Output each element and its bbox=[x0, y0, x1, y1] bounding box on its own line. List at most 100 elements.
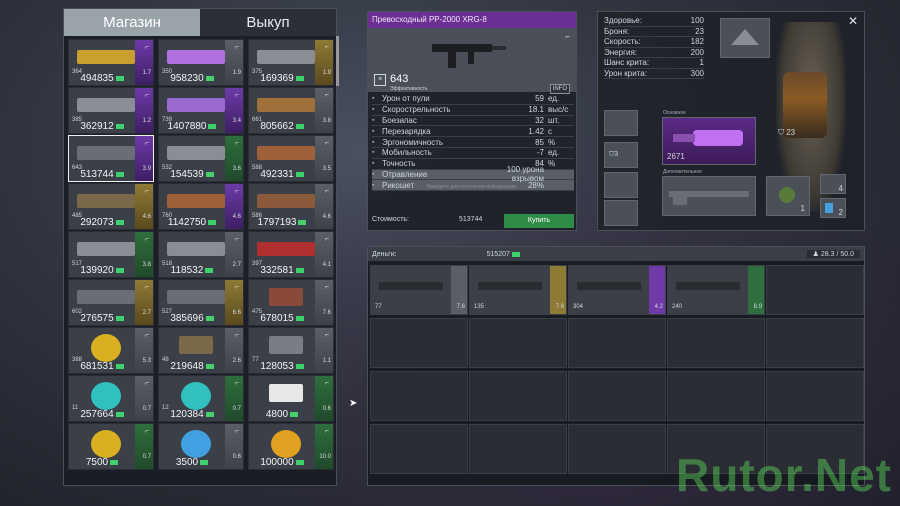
inventory-slot[interactable] bbox=[667, 371, 765, 421]
item-rating: 1.2 bbox=[142, 118, 151, 124]
item-rating: 0.7 bbox=[232, 406, 241, 412]
shop-item[interactable]: ⌐ 485 4.6 292073 bbox=[68, 183, 154, 230]
shop-item[interactable]: ⌐ 643 3.9 513744 bbox=[68, 135, 154, 182]
weapon-icon bbox=[77, 146, 135, 160]
inventory-slot[interactable] bbox=[469, 318, 567, 368]
shop-item[interactable]: ⌐ 0.6 4800 bbox=[248, 375, 334, 422]
shop-item[interactable]: ⌐ 475 7.6 678015 bbox=[248, 279, 334, 326]
info-button[interactable]: INFO bbox=[549, 84, 570, 94]
shop-item[interactable]: ⌐ 364 1.7 494835 bbox=[68, 39, 154, 86]
weapon-icon bbox=[167, 146, 225, 160]
shop-item[interactable]: ⌐ 661 3.8 805662 bbox=[248, 87, 334, 134]
inventory-slot[interactable] bbox=[568, 424, 666, 474]
inventory-slot[interactable] bbox=[469, 371, 567, 421]
inventory-slot[interactable] bbox=[766, 371, 864, 421]
character-emblem-slot[interactable] bbox=[720, 18, 770, 58]
character-stat-row: Здоровье: 100 bbox=[604, 16, 704, 27]
shop-item[interactable]: ⌐ 588 3.5 492331 bbox=[248, 135, 334, 182]
consumable-slot-1[interactable]: 4 bbox=[820, 174, 846, 194]
shop-item[interactable]: ⌐ 385 1.2 362912 bbox=[68, 87, 154, 134]
item-level: 135 bbox=[474, 304, 485, 310]
item-price-value: 7500 bbox=[85, 457, 109, 468]
money-icon bbox=[295, 123, 304, 129]
inventory-slot[interactable]: 240 8.9 bbox=[667, 265, 765, 315]
shop-item[interactable]: ⌐ 760 4.6 1142750 bbox=[158, 183, 244, 230]
inventory-slot[interactable] bbox=[370, 318, 468, 368]
inventory-slot[interactable]: 135 7.6 bbox=[469, 265, 567, 315]
inventory-slot[interactable] bbox=[766, 265, 864, 315]
stat-icon: ▪ bbox=[372, 127, 375, 135]
shop-item[interactable]: ⌐ 0.6 3500 bbox=[158, 423, 244, 470]
money-icon bbox=[115, 411, 124, 417]
shop-item[interactable]: ⌐ 602 2.7 276575 bbox=[68, 279, 154, 326]
shop-item[interactable]: ⌐ 0.7 7500 bbox=[68, 423, 154, 470]
consumable-slot-2[interactable]: 2 bbox=[820, 198, 846, 218]
quick-slot-4[interactable] bbox=[604, 200, 638, 226]
item-detail-panel: Превосходный PP-2000 XRG-8 ⌐ ≡ 643 Эффек… bbox=[367, 11, 577, 231]
weapon-icon bbox=[167, 98, 225, 112]
stat-icon: ▪ bbox=[372, 106, 375, 114]
shop-item[interactable]: ⌐ 375 1.9 169369 bbox=[248, 39, 334, 86]
quick-slot-3[interactable] bbox=[604, 172, 638, 198]
shop-scrollbar[interactable] bbox=[336, 36, 339, 86]
weight-indicator: ♟ 28.3 / 50.0 bbox=[806, 250, 860, 258]
stat-unit: % bbox=[548, 159, 556, 169]
item-price-value: 385696 bbox=[170, 313, 204, 324]
inventory-slot[interactable]: 77 7.6 bbox=[370, 265, 468, 315]
inventory-slot[interactable] bbox=[568, 318, 666, 368]
secondary-weapon-slot[interactable] bbox=[662, 176, 756, 216]
stat-name: Перезарядка bbox=[382, 126, 431, 136]
inventory-slot[interactable]: 304 4.2 bbox=[568, 265, 666, 315]
shop-item[interactable]: ⌐ 11 0.7 257664 bbox=[68, 375, 154, 422]
primary-weapon-slot[interactable]: 2671 bbox=[662, 117, 756, 165]
item-rating: 3.9 bbox=[142, 166, 151, 172]
inventory-slot[interactable] bbox=[766, 318, 864, 368]
shop-item[interactable]: ⌐ 350 1.9 958230 bbox=[158, 39, 244, 86]
money-icon bbox=[110, 459, 119, 465]
character-stats: Здоровье: 100 Броня: 23 Скорость: 182 Энергия:… bbox=[604, 16, 704, 79]
character-stat-name: Энергия: bbox=[604, 47, 638, 57]
shop-item[interactable]: ⌐ 388 5.3 681531 bbox=[68, 327, 154, 374]
money-icon bbox=[115, 123, 124, 129]
smg-icon bbox=[432, 44, 506, 68]
shop-item[interactable]: ⌐ 12 0.7 120384 bbox=[158, 375, 244, 422]
shop-item[interactable]: ⌐ 527 6.6 385696 bbox=[158, 279, 244, 326]
tab-shop[interactable]: Магазин bbox=[64, 9, 200, 36]
shop-item[interactable]: ⌐ 397 4.1 332581 bbox=[248, 231, 334, 278]
shop-item[interactable]: ⌐ 517 3.8 139920 bbox=[68, 231, 154, 278]
item-price-value: 128053 bbox=[260, 361, 294, 372]
item-price: 7500 bbox=[69, 457, 135, 468]
grenade-slot[interactable]: 1 bbox=[766, 176, 810, 216]
item-icon bbox=[269, 336, 303, 354]
weapon-type-icon: ⌐ bbox=[324, 380, 329, 387]
buy-button[interactable]: Купить bbox=[504, 214, 574, 228]
efficiency-label: Эффективность bbox=[390, 86, 428, 92]
tab-buyback[interactable]: Выкуп bbox=[200, 9, 336, 36]
money-value: 515207 bbox=[486, 250, 510, 258]
money-icon bbox=[115, 75, 124, 81]
shop-item[interactable]: ⌐ 586 4.6 1797193 bbox=[248, 183, 334, 230]
shop-item[interactable]: ⌐ 48 2.6 219648 bbox=[158, 327, 244, 374]
shop-item[interactable]: ⌐ 518 2.7 118532 bbox=[158, 231, 244, 278]
stat-name: Мобильность bbox=[382, 148, 432, 158]
inventory-slot[interactable] bbox=[469, 424, 567, 474]
shop-item[interactable]: ⌐ 739 3.4 1407880 bbox=[158, 87, 244, 134]
shop-item[interactable]: ⌐ 532 3.6 154539 bbox=[158, 135, 244, 182]
stat-icon: ▪ bbox=[372, 149, 375, 157]
item-price-value: 513744 bbox=[80, 169, 114, 180]
close-icon[interactable]: ✕ bbox=[848, 14, 858, 28]
item-price-value: 100000 bbox=[260, 457, 294, 468]
quick-slot-1[interactable] bbox=[604, 110, 638, 136]
item-rating: 10.0 bbox=[319, 454, 331, 460]
weapon-type-icon: ⌐ bbox=[565, 32, 570, 41]
stat-icon: ▪ bbox=[372, 138, 375, 146]
quick-slot-2[interactable]: ⛉3 bbox=[604, 142, 638, 168]
shop-item[interactable]: ⌐ 77 1.1 128053 bbox=[248, 327, 334, 374]
inventory-slot[interactable] bbox=[370, 371, 468, 421]
shotgun-icon bbox=[669, 191, 749, 205]
item-icon bbox=[271, 430, 301, 458]
inventory-slot[interactable] bbox=[370, 424, 468, 474]
inventory-slot[interactable] bbox=[568, 371, 666, 421]
inventory-slot[interactable] bbox=[667, 318, 765, 368]
shop-item[interactable]: ⌐ 10.0 100000 bbox=[248, 423, 334, 470]
